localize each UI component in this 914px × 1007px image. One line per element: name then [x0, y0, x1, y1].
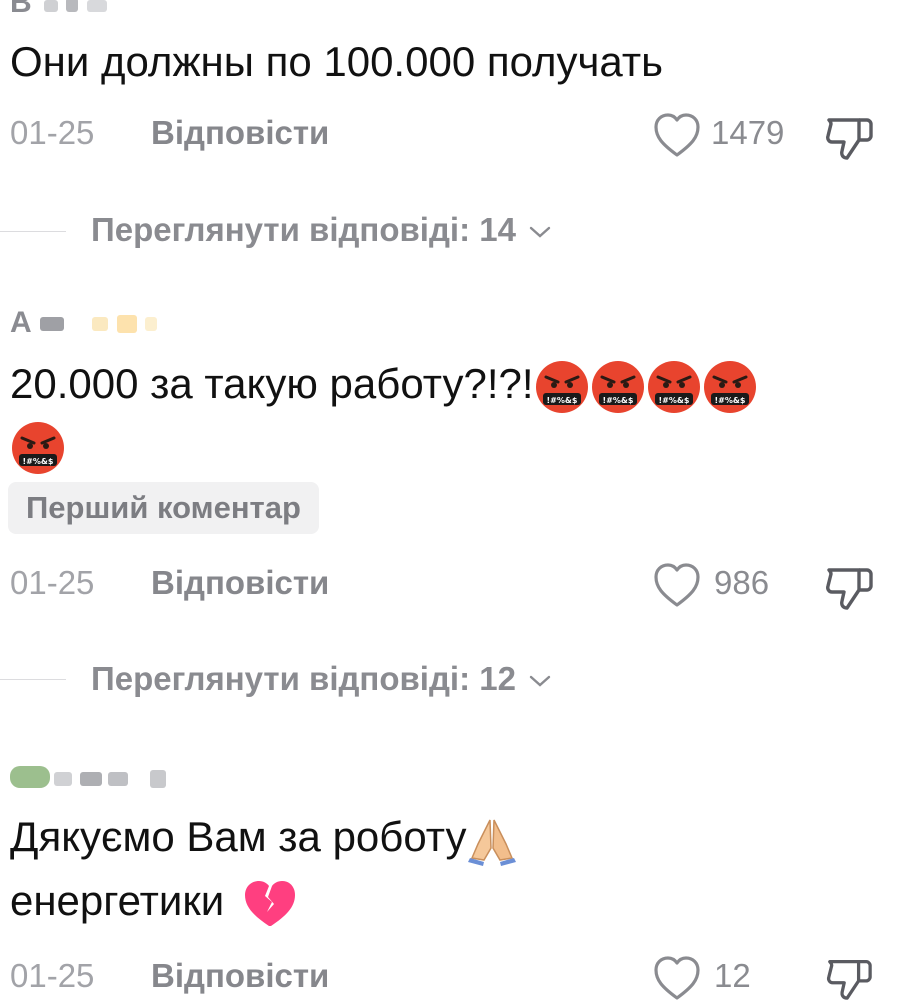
reply-button[interactable]: Відповісти: [151, 957, 329, 995]
like-count: 12: [714, 957, 751, 994]
thumbs-down-icon[interactable]: [823, 112, 875, 162]
reply-button[interactable]: Відповісти: [151, 564, 329, 602]
blurred-emoji: [145, 317, 158, 332]
heart-outline-icon[interactable]: [652, 111, 702, 159]
svg-text:!#%&$: !#%&$: [714, 396, 745, 405]
reply-button[interactable]: Відповісти: [151, 114, 329, 152]
view-replies-button[interactable]: Переглянути відповіді: 12: [91, 660, 551, 698]
blurred-name: [108, 772, 128, 786]
replies-divider: [0, 231, 66, 232]
blurred-name: [80, 772, 102, 786]
angry-emoji: !#%&$: [647, 360, 700, 413]
angry-emoji: !#%&$: [12, 422, 64, 474]
username[interactable]: В: [10, 0, 107, 20]
folded-hands-emoji: [468, 819, 517, 866]
chevron-down-icon: [529, 676, 551, 687]
svg-text:!#%&$: !#%&$: [23, 457, 54, 466]
blurred-name: [150, 770, 166, 788]
first-comment-badge: Перший коментар: [8, 482, 319, 534]
comment-text: Они должны по 100.000 получать: [10, 38, 663, 85]
svg-text:!#%&$: !#%&$: [602, 396, 633, 405]
username[interactable]: А: [10, 306, 158, 340]
replies-divider: [0, 679, 66, 680]
svg-text:!#%&$: !#%&$: [546, 396, 577, 405]
blurred-emoji: [116, 315, 137, 334]
blurred-name: [66, 0, 79, 12]
thumbs-down-icon[interactable]: [823, 562, 875, 612]
blurred-emoji: [92, 317, 109, 332]
blurred-name: [54, 772, 72, 786]
blurred-name: [44, 0, 59, 12]
heart-outline-icon[interactable]: [652, 954, 702, 1002]
comment-text: 20.000 за такую работу?!?! !#%&$ !#%&$ !#%&…: [10, 355, 758, 415]
blurred-name: [40, 317, 65, 332]
comment-text: Дякуємо Вам за роботу: [10, 808, 518, 866]
angry-emoji: !#%&$: [535, 360, 588, 413]
view-replies-button[interactable]: Переглянути відповіді: 14: [91, 211, 551, 249]
comment-text-line2: !#%&$: [10, 420, 66, 476]
broken-heart-emoji: [244, 880, 295, 926]
blurred-avatar-emoji: [10, 766, 50, 788]
angry-emoji: !#%&$: [703, 360, 756, 413]
comment-date: 01-25: [10, 114, 95, 151]
like-count: 1479: [711, 114, 785, 151]
thumbs-down-icon[interactable]: [823, 954, 875, 1002]
blurred-name: [86, 0, 107, 12]
like-count: 986: [714, 564, 770, 601]
comment-date: 01-25: [10, 564, 95, 601]
chevron-down-icon: [529, 227, 551, 238]
comment-text-line2: енергетики: [10, 872, 298, 930]
comment-date: 01-25: [10, 957, 95, 994]
heart-outline-icon[interactable]: [652, 561, 702, 609]
svg-text:!#%&$: !#%&$: [658, 396, 689, 405]
username[interactable]: [10, 762, 170, 796]
angry-emoji: !#%&$: [591, 360, 644, 413]
